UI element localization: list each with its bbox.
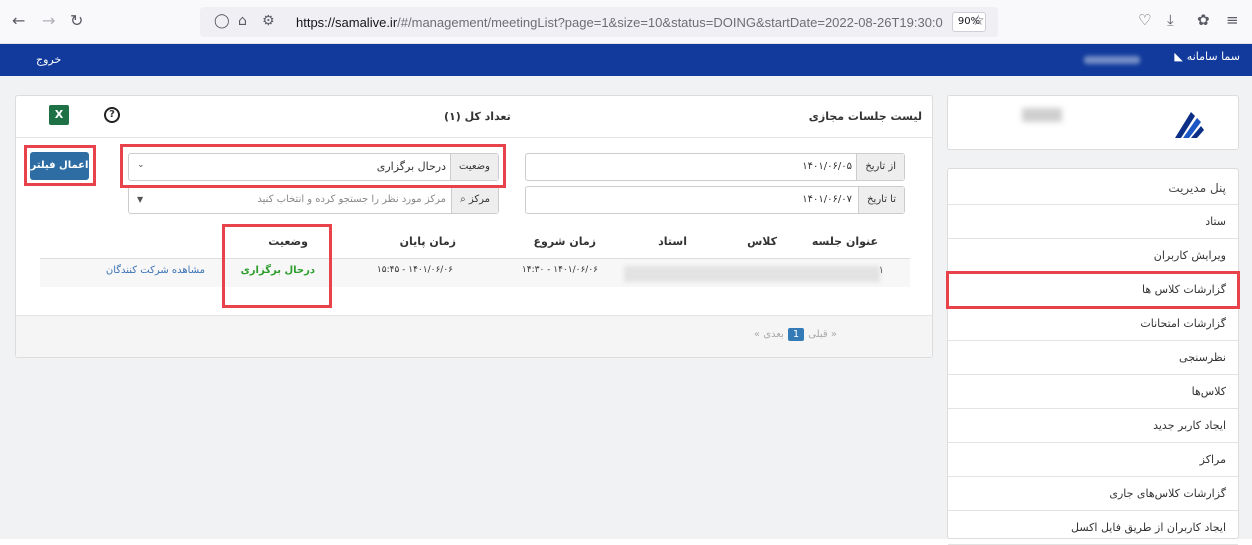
browser-toolbar: ← → ↻ ◯ ⌂ ⚙ https://samalive.ir/#/manage… — [0, 0, 1252, 44]
from-date-value: ۱۴۰۱/۰۶/۰۵ — [802, 161, 852, 172]
status-label: وضعیت — [450, 154, 498, 180]
sidebar-item-classes[interactable]: کلاس‌ها — [948, 375, 1238, 409]
sama-logo-icon — [1175, 112, 1204, 138]
reload-icon[interactable]: ↻ — [70, 11, 83, 30]
total-count: تعداد کل (۱) — [444, 110, 511, 123]
chevron-down-icon[interactable]: ⌄ — [137, 160, 145, 170]
forward-icon[interactable]: → — [42, 11, 55, 30]
permissions-icon[interactable]: ⚙ — [262, 13, 275, 29]
url-text[interactable]: https://samalive.ir/#/management/meeting… — [296, 15, 946, 30]
to-date-field[interactable]: تا تاریخ ۱۴۰۱/۰۶/۰۷ — [525, 186, 905, 214]
apply-filter-button[interactable]: اعمال فیلتر — [30, 152, 89, 180]
from-date-label: از تاریخ — [856, 154, 904, 180]
row-end-time: ۱۵:۴۵ - ۱۴۰۱/۰۶/۰۶ — [376, 265, 453, 275]
logout-link[interactable]: خروج — [36, 53, 61, 66]
lock-icon[interactable]: ⌂ — [238, 13, 247, 29]
blurred-meeting-info — [624, 266, 880, 282]
app-header: خروج ◣ سما سامانه — [0, 44, 1252, 76]
caret-down-icon[interactable]: ▼ — [137, 195, 143, 204]
sidebar-item-centers[interactable]: مراکز — [948, 443, 1238, 477]
table-footer: « قبلی 1 بعدی » — [16, 315, 932, 357]
shield-icon[interactable]: ◯ — [214, 13, 230, 29]
header-meeting-title: عنوان جلسه — [811, 235, 878, 248]
sidebar-menu: پنل مدیریت ستاد ویرایش کاربران گزارشات ک… — [946, 168, 1240, 545]
status-select[interactable]: وضعیت درحال برگزاری ⌄ — [128, 153, 499, 181]
search-icon: ⌕ — [460, 194, 469, 205]
sidebar-item-staff[interactable]: ستاد — [948, 205, 1238, 239]
status-value: درحال برگزاری — [376, 160, 446, 173]
header-class: کلاس — [747, 235, 777, 248]
panel-header: لیست جلسات مجازی تعداد کل (۱) X ? — [16, 96, 932, 138]
pagination: « قبلی 1 بعدی » — [754, 328, 837, 341]
sidebar-item-import-users-excel[interactable]: ایجاد کاربران از طریق فایل اکسل — [948, 511, 1238, 545]
download-icon[interactable]: ⤓ — [1167, 11, 1174, 29]
to-date-label: تا تاریخ — [858, 187, 904, 213]
address-bar[interactable]: ◯ ⌂ ⚙ https://samalive.ir/#/management/m… — [200, 7, 998, 37]
pocket-icon[interactable]: ♡ — [1138, 11, 1151, 29]
sidebar-item-admin-panel[interactable]: پنل مدیریت — [948, 169, 1238, 205]
center-select[interactable]: ⌕ مرکز مرکز مورد نظر را جستجو کرده و انت… — [128, 186, 499, 214]
pager-prev[interactable]: « قبلی — [808, 329, 837, 340]
blurred-name — [1022, 108, 1062, 122]
sidebar-item-class-reports[interactable]: گزارشات کلاس ها — [946, 271, 1240, 309]
center-placeholder: مرکز مورد نظر را جستجو کرده و انتخاب کنی… — [257, 194, 446, 205]
to-date-value: ۱۴۰۱/۰۶/۰۷ — [802, 194, 852, 205]
logo-card — [947, 95, 1239, 150]
username-blurred — [1084, 56, 1140, 64]
header-teacher: استاد — [658, 235, 687, 248]
menu-icon[interactable]: ≡ — [1226, 11, 1239, 29]
sidebar-item-current-class-reports[interactable]: گزارشات کلاس‌های جاری — [948, 477, 1238, 511]
sidebar-item-exam-reports[interactable]: گزارشات امتحانات — [948, 307, 1238, 341]
extension-icon[interactable]: ✿ — [1197, 11, 1210, 29]
view-participants-link[interactable]: مشاهده شرکت کنندگان — [106, 265, 205, 276]
header-end-time: زمان پایان — [399, 235, 456, 248]
help-icon[interactable]: ? — [104, 107, 120, 123]
brand-logo: ◣ سما سامانه — [1174, 50, 1240, 63]
center-label: ⌕ مرکز — [451, 187, 498, 213]
sidebar-item-edit-users[interactable]: ویرایش کاربران — [948, 239, 1238, 273]
brand-logo-icon: ◣ — [1174, 50, 1183, 63]
back-icon[interactable]: ← — [12, 11, 25, 30]
sidebar-item-create-user[interactable]: ایجاد کاربر جدید — [948, 409, 1238, 443]
page-title: لیست جلسات مجازی — [808, 110, 922, 123]
bookmark-star-icon[interactable]: ☆ — [972, 13, 985, 29]
header-start-time: زمان شروع — [533, 235, 596, 248]
from-date-field[interactable]: از تاریخ ۱۴۰۱/۰۶/۰۵ — [525, 153, 905, 181]
pager-next[interactable]: بعدی » — [754, 329, 784, 340]
excel-export-icon[interactable]: X — [49, 105, 69, 125]
row-start-time: ۱۴:۳۰ - ۱۴۰۱/۰۶/۰۶ — [521, 265, 598, 275]
header-status: وضعیت — [268, 235, 308, 248]
pager-current-page[interactable]: 1 — [787, 328, 805, 341]
row-status: درحال برگزاری — [240, 265, 315, 276]
sidebar-item-survey[interactable]: نظرسنجی — [948, 341, 1238, 375]
